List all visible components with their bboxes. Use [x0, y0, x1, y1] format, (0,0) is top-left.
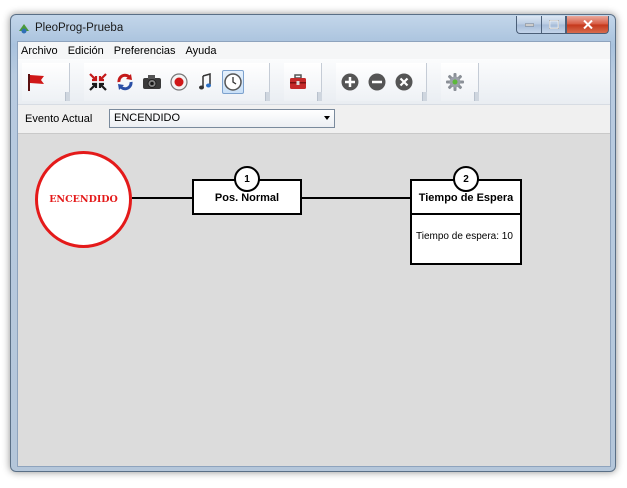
camera-button[interactable] [141, 70, 163, 94]
menu-preferencias[interactable]: Preferencias [109, 45, 181, 57]
client-area: Archivo Edición Preferencias Ayuda Event… [17, 41, 611, 467]
toolbar [18, 59, 610, 105]
clock-button[interactable] [222, 70, 244, 94]
start-state-label: ENCENDIDO [49, 194, 118, 205]
close-circle-icon [395, 73, 413, 91]
menu-bar: Archivo Edición Preferencias Ayuda [18, 42, 610, 59]
toolbar-grip[interactable] [474, 92, 479, 101]
toolbar-grip[interactable] [265, 92, 270, 101]
start-state-node[interactable]: ENCENDIDO [35, 151, 132, 248]
swap-arrows-icon [117, 73, 133, 91]
toolbar-group-5 [441, 63, 479, 101]
gear-icon [446, 73, 464, 91]
node-number-badge: 2 [453, 166, 479, 192]
toolbox-icon [290, 74, 306, 89]
settings-button[interactable] [444, 70, 466, 94]
collapse-arrows-icon [89, 73, 107, 91]
flag-button[interactable] [25, 70, 47, 94]
record-button[interactable] [168, 70, 190, 94]
menu-archivo[interactable]: Archivo [18, 45, 63, 57]
diagram-canvas[interactable]: ENCENDIDO Pos. Normal 1 Tiempo de Espera… [18, 133, 610, 466]
flag-icon [28, 74, 44, 91]
swap-button[interactable] [114, 70, 136, 94]
connector-line [132, 197, 192, 199]
connector-line [301, 197, 410, 199]
node-detail: Tiempo de espera: 10 [412, 213, 520, 263]
toolbar-grip[interactable] [317, 92, 322, 101]
app-window: PleoProg-Prueba Archivo Edición Preferen… [10, 14, 616, 472]
node-number: 2 [463, 173, 469, 185]
toolbar-group-2 [84, 63, 270, 101]
node-number: 1 [244, 173, 250, 185]
toolbar-grip[interactable] [65, 92, 70, 101]
toolbar-grip[interactable] [422, 92, 427, 101]
toolbar-group-3 [284, 63, 322, 101]
maximize-button[interactable] [541, 16, 566, 34]
remove-button[interactable] [366, 70, 388, 94]
chevron-down-icon[interactable] [324, 116, 330, 120]
music-button[interactable] [195, 70, 217, 94]
menu-edicion[interactable]: Edición [63, 45, 109, 57]
window-title: PleoProg-Prueba [35, 22, 124, 34]
clock-icon [224, 73, 242, 91]
menu-ayuda[interactable]: Ayuda [181, 45, 222, 57]
event-select-value: ENCENDIDO [114, 112, 181, 124]
remove-circle-icon [368, 73, 386, 91]
event-select[interactable]: ENCENDIDO [109, 109, 335, 128]
collapse-button[interactable] [87, 70, 109, 94]
minimize-icon [524, 23, 534, 26]
add-button[interactable] [339, 70, 361, 94]
node-number-badge: 1 [234, 166, 260, 192]
event-row: Evento Actual ENCENDIDO [18, 106, 610, 131]
close-icon [582, 20, 593, 29]
app-icon [19, 24, 29, 34]
add-circle-icon [341, 73, 359, 91]
music-note-icon [199, 73, 211, 90]
close-button[interactable] [566, 16, 609, 34]
record-icon [170, 73, 188, 91]
delete-button[interactable] [393, 70, 415, 94]
toolbar-group-4 [336, 63, 427, 101]
minimize-button[interactable] [516, 16, 541, 34]
event-label: Evento Actual [25, 113, 93, 125]
camera-icon [143, 75, 161, 89]
maximize-icon [548, 20, 559, 29]
title-bar[interactable]: PleoProg-Prueba [11, 15, 615, 41]
toolbar-group-1 [22, 63, 70, 101]
toolbox-button[interactable] [287, 70, 309, 94]
